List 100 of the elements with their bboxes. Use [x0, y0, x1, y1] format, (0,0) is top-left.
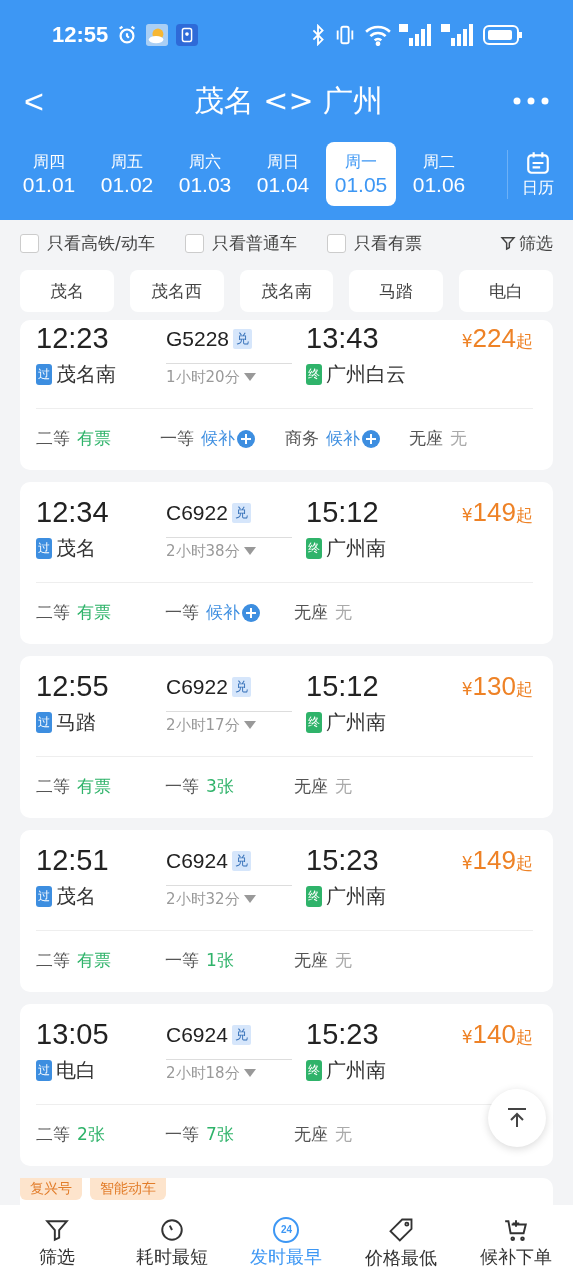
redeem-badge: 兑: [231, 1024, 251, 1045]
seat-class: 二等: [36, 601, 70, 624]
pass-tag: 过: [36, 886, 52, 907]
nav-tab[interactable]: 筛选: [0, 1205, 115, 1280]
seat-class: 二等: [36, 427, 70, 450]
caret-icon[interactable]: [243, 895, 256, 903]
seat-status[interactable]: 候补: [325, 427, 380, 450]
arrival-station: 广州白云: [326, 361, 406, 388]
terminal-tag: 终: [306, 538, 322, 559]
pass-tag: 过: [36, 1060, 52, 1081]
duration: 1小时20分: [166, 367, 240, 387]
departure-station: 电白: [56, 1057, 96, 1084]
arrival-station: 广州南: [326, 709, 386, 736]
pass-tag: 过: [36, 538, 52, 559]
duration: 2小时38分: [166, 541, 240, 561]
train-card[interactable]: 12:34 C6922 兑 15:12 ¥149起 过 茂名 2小时38分 终 广州南 二等 有票 一等 候补 无座 无: [20, 482, 553, 644]
seat-status: 无: [449, 427, 467, 450]
signal-icon: [399, 24, 433, 46]
price: ¥149起: [460, 497, 533, 528]
seat-class: 一等: [160, 427, 195, 450]
duration: 2小时17分: [166, 715, 240, 735]
battery-icon: [483, 24, 523, 46]
pass-tag: 过: [36, 712, 52, 733]
seat-class: 一等: [165, 949, 199, 972]
seat-status: 有票: [77, 775, 111, 798]
arrival-station: 广州南: [326, 883, 386, 910]
nav-tab[interactable]: 价格最低: [343, 1205, 459, 1280]
nav-tab[interactable]: 耗时最短: [114, 1205, 230, 1280]
train-card[interactable]: 13:05 C6924 兑 15:23 ¥140起 过 电白 2小时18分 终 广州南 二等 2张 一等 7张 无座 无: [20, 1004, 553, 1166]
clock-icon: 24: [273, 1216, 300, 1243]
departure-station: 茂名: [56, 883, 96, 910]
seat-status[interactable]: 候补: [201, 427, 256, 450]
status-time: 12:55: [52, 22, 109, 48]
caret-icon[interactable]: [243, 373, 256, 381]
terminal-tag: 终: [306, 886, 322, 907]
more-icon[interactable]: [513, 97, 549, 105]
seat-class: 二等: [36, 1123, 70, 1146]
seat-status: 3张: [206, 775, 234, 798]
redeem-badge: 兑: [231, 676, 251, 697]
caret-icon[interactable]: [243, 1069, 256, 1077]
filter-checkbox[interactable]: 只看有票: [326, 231, 422, 255]
price: ¥130起: [460, 671, 533, 702]
train-card[interactable]: 12:23 G5228 兑 13:43 ¥224起 过 茂名南 1小时20分 终 广州白云 二等 有票 一等 候补 商务 候补 无座 无: [20, 320, 553, 470]
seat-class: 无座: [294, 601, 328, 624]
duration: 2小时32分: [166, 889, 240, 909]
redeem-badge: 兑: [231, 850, 251, 871]
signal-icon: [441, 24, 475, 46]
departure-station: 茂名南: [56, 361, 116, 388]
bluetooth-icon: [311, 24, 325, 46]
seat-class: 一等: [165, 601, 199, 624]
train-tag: 智能动车: [90, 1178, 166, 1200]
train-number: C6922: [166, 674, 228, 699]
pass-tag: 过: [36, 364, 52, 385]
train-tag: 复兴号: [20, 1178, 82, 1200]
duration: 2小时18分: [166, 1063, 240, 1083]
price: ¥149起: [460, 845, 533, 876]
seat-status: 无: [335, 1123, 352, 1146]
seat-status[interactable]: 候补: [206, 601, 260, 624]
redeem-badge: 兑: [231, 502, 251, 523]
seat-status: 1张: [206, 949, 234, 972]
caret-icon[interactable]: [243, 547, 256, 555]
station-chip[interactable]: 茂名西: [129, 270, 224, 312]
train-card[interactable]: 12:51 C6924 兑 15:23 ¥149起 过 茂名 2小时32分 终 广州南 二等 有票 一等 1张 无座 无: [20, 830, 553, 992]
price: ¥224起: [460, 323, 533, 354]
arrival-station: 广州南: [326, 1057, 386, 1084]
caret-icon[interactable]: [243, 721, 256, 729]
departure-time: 12:23: [36, 322, 110, 355]
filter-icon: [500, 235, 516, 251]
train-card[interactable]: 12:55 C6922 兑 15:12 ¥130起 过 马踏 2小时17分 终 广州南 二等 有票 一等 3张 无座 无: [20, 656, 553, 818]
arrival-time: 15:23: [306, 844, 380, 877]
timer-icon: [158, 1216, 185, 1243]
seat-class: 二等: [36, 949, 70, 972]
arrival-time: 13:43: [306, 322, 380, 355]
filter-checkbox[interactable]: 只看普通车: [184, 231, 297, 255]
app-icon: [176, 24, 199, 46]
departure-time: 12:34: [36, 496, 110, 529]
train-number: G5228: [166, 326, 230, 351]
seat-status: 无: [335, 601, 352, 624]
seat-class: 无座: [294, 1123, 328, 1146]
arrow-up-icon: [505, 1106, 529, 1130]
arrival-station: 广州南: [326, 535, 386, 562]
seat-status: 有票: [77, 601, 111, 624]
train-number: C6922: [166, 500, 228, 525]
seat-class: 一等: [165, 1123, 199, 1146]
terminal-tag: 终: [306, 1060, 322, 1081]
seat-class: 无座: [294, 949, 328, 972]
seat-status: 无: [335, 775, 352, 798]
redeem-badge: 兑: [233, 328, 253, 349]
seat-status: 2张: [77, 1123, 105, 1146]
station-chip[interactable]: 茂名: [20, 270, 114, 312]
departure-time: 13:05: [36, 1018, 110, 1051]
arrival-time: 15:23: [306, 1018, 380, 1051]
nav-tab[interactable]: 候补下单: [458, 1205, 573, 1280]
station-chip[interactable]: 茂名南: [239, 270, 334, 312]
arrival-time: 15:12: [306, 496, 380, 529]
station-chip[interactable]: 马踏: [349, 270, 444, 312]
station-chip[interactable]: 电白: [459, 270, 553, 312]
page-title: 茂名 <> 广州: [192, 81, 385, 120]
filter-button[interactable]: 筛选: [500, 231, 553, 255]
filter-checkbox[interactable]: 只看高铁/动车: [20, 231, 155, 255]
